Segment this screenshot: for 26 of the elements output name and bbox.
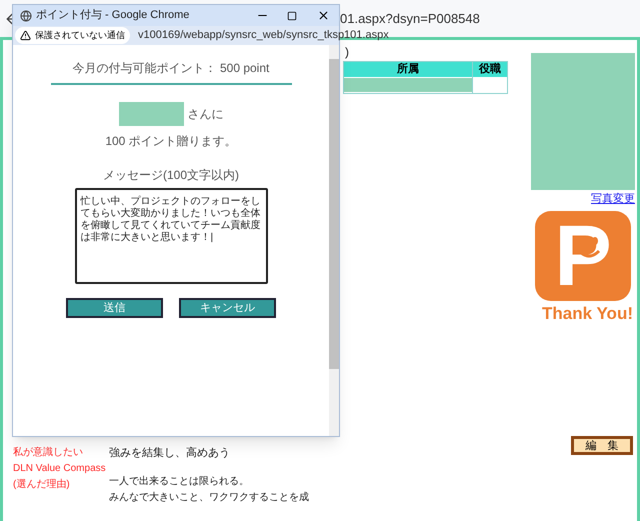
compass-label: 私が意識したい <box>13 446 84 460</box>
security-badge[interactable]: 保護されていない通信 <box>15 27 130 44</box>
maximize-icon[interactable] <box>287 10 297 20</box>
message-label: メッセージ(100文字以内) <box>102 167 239 184</box>
message-field[interactable]: 忙しい中、プロジェクトのフォローをしてもらい大変助かりました！いつも全体を俯瞰して見てくれていてチーム貢献度は非常に大きいと思います！| <box>74 188 268 284</box>
recipient-suffix: さんに <box>188 106 224 123</box>
header-text: ) <box>345 44 349 61</box>
available-points: 今月の付与可能ポイント： 500 point <box>72 60 270 77</box>
compass-value: 強みを結集し、高めあう <box>109 446 231 461</box>
table-header: 所属 <box>344 62 472 77</box>
close-icon[interactable] <box>317 9 330 22</box>
photo-change-link[interactable]: 写真変更 <box>591 191 635 208</box>
reason-field[interactable]: 一人で出来ることは限られる。 みんなで大きいこと、ワクワクすることを成 <box>109 474 324 514</box>
window-title: ポイント付与 - Google Chrome <box>36 8 190 24</box>
edit-button[interactable]: 編 集 <box>571 436 633 455</box>
compass-label: (選んだ理由) <box>13 478 71 492</box>
table-header: 役職 <box>473 62 507 77</box>
recipient-name-block <box>118 102 184 126</box>
amount-text: 100 ポイント贈ります。 <box>105 133 237 150</box>
scrollbar[interactable] <box>329 45 339 436</box>
globe-icon <box>20 10 32 22</box>
logo-caption: Thank You! <box>542 302 633 324</box>
url-text[interactable]: v100169/webapp/synsrc_web/synsrc_tksp101.aspx <box>138 27 389 44</box>
address-text[interactable]: 01.aspx?dsyn=P008548 <box>340 8 480 28</box>
logo-drawing: P <box>535 210 631 300</box>
compass-label: DLN Value Compass <box>13 462 107 476</box>
